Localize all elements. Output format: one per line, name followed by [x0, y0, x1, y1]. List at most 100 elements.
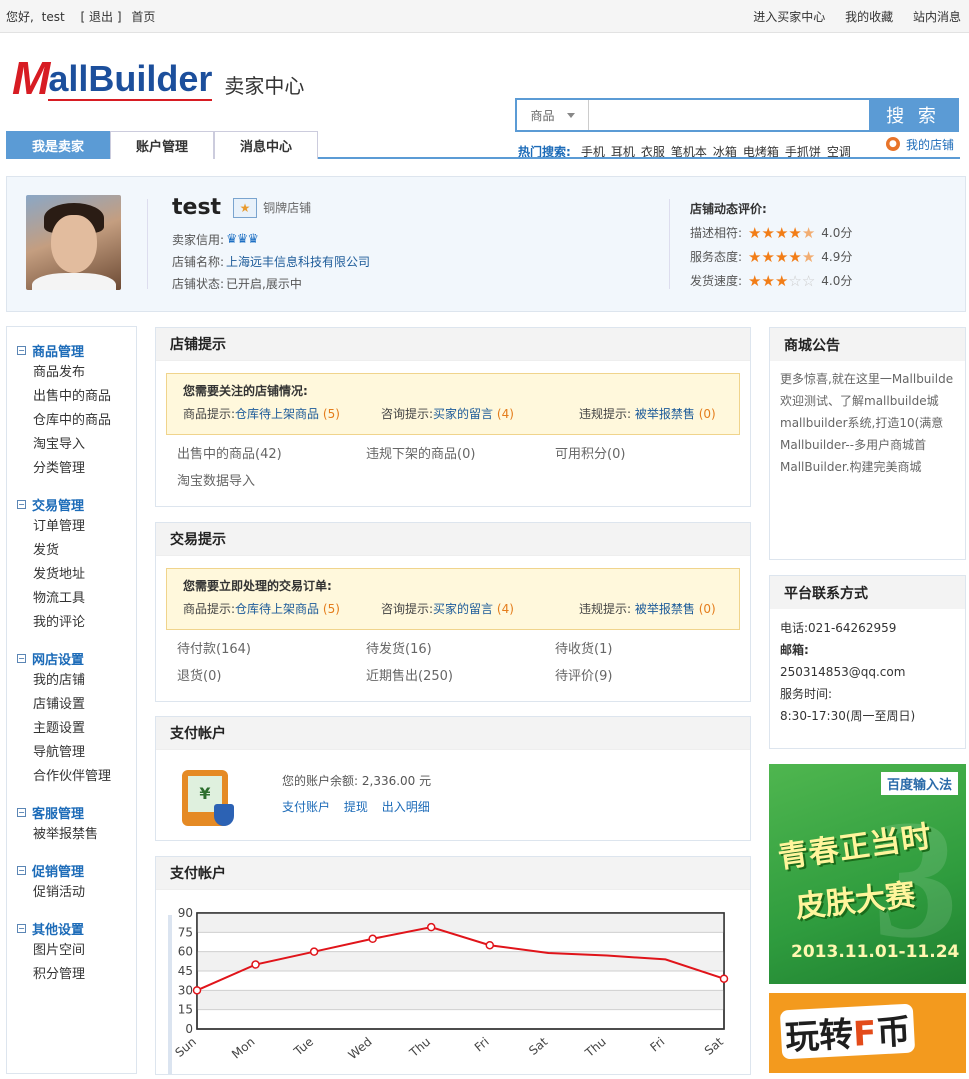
x-tick-label: Sat — [702, 1034, 726, 1058]
line-chart: 0 15 30 45 60 75 90 Sun Mon Tue Wed Thu Fri Sat Thu Fri… — [168, 906, 729, 1075]
sidebar-item[interactable]: 淘宝导入 — [7, 433, 136, 457]
store-tips-panel: 店铺提示 您需要关注的店铺情况: 商品提示:仓库待上架商品 (5) 咨询提示:买… — [155, 327, 751, 507]
announcement-item[interactable]: 更多惊喜,就在这里一Mallbuilde — [780, 369, 955, 389]
sidebar-item[interactable]: 出售中的商品 — [7, 385, 136, 409]
grid-band — [197, 951, 724, 971]
sidebar-group-title[interactable]: − 商品管理 — [7, 339, 136, 361]
store-name-link[interactable]: 上海远丰信息科技有限公司 — [226, 251, 370, 273]
x-tick-label: Thu — [582, 1035, 609, 1061]
chevron-down-icon — [566, 112, 575, 118]
sidebar-item[interactable]: 导航管理 — [7, 741, 136, 765]
search-input[interactable] — [589, 100, 869, 130]
sidebar-item[interactable]: 分类管理 — [7, 457, 136, 481]
sidebar-group-title[interactable]: − 交易管理 — [7, 493, 136, 515]
tip-link[interactable]: 被举报禁售 — [635, 602, 695, 616]
store-level: 铜牌店铺 — [263, 201, 312, 215]
search-category-select[interactable]: 商品 — [517, 100, 589, 130]
stat-item[interactable]: 淘宝数据导入 — [177, 470, 366, 489]
panel-title: 支付帐户 — [156, 717, 750, 750]
favorites-link[interactable]: 我的收藏 — [845, 10, 893, 24]
grid-band — [197, 913, 724, 933]
panel-title: 交易提示 — [156, 523, 750, 556]
notice-title: 您需要关注的店铺情况: — [183, 384, 308, 398]
sidebar-item[interactable]: 我的店铺 — [7, 669, 136, 693]
stat-item[interactable]: 可用积分(0) — [555, 443, 744, 462]
sidebar-item[interactable]: 图片空间 — [7, 939, 136, 963]
sidebar-group-title[interactable]: − 促销管理 — [7, 859, 136, 881]
sidebar-item[interactable]: 仓库中的商品 — [7, 409, 136, 433]
tip-link[interactable]: 仓库待上架商品 — [235, 407, 319, 421]
stat-item[interactable]: 近期售出(250) — [366, 665, 555, 684]
seller-profile: test ★ 铜牌店铺 卖家信用: ♛♛♛ 店铺名称: 上海远丰信息科技有限公司 店… — [6, 176, 966, 312]
withdraw-link[interactable]: 提现 — [344, 800, 368, 814]
seller-center-title: 卖家中心 — [224, 74, 305, 98]
announcement-item[interactable]: MallBuilder.构建完美商城 — [780, 457, 955, 477]
home-link[interactable]: 首页 — [131, 10, 155, 24]
stat-item[interactable]: 待收货(1) — [555, 638, 744, 657]
search-button[interactable]: 搜 索 — [869, 100, 957, 130]
avatar — [26, 195, 121, 290]
sidebar-item[interactable]: 主题设置 — [7, 717, 136, 741]
tip-link[interactable]: 买家的留言 — [433, 602, 493, 616]
sidebar-group-title[interactable]: − 其他设置 — [7, 917, 136, 939]
announcement-item[interactable]: 欢迎测试、了解mallbuilde城 — [780, 391, 955, 411]
trade-stats: 待付款(164) 待发货(16) 待收货(1) 退货(0) 近期售出(250) … — [156, 630, 750, 684]
sidebar-item[interactable]: 促销活动 — [7, 881, 136, 905]
tip-link[interactable]: 仓库待上架商品 — [235, 602, 319, 616]
ad-brand: 百度输入法 — [880, 772, 958, 795]
sidebar-group: − 促销管理 促销活动 — [7, 847, 136, 905]
data-point — [251, 960, 260, 969]
sidebar-item[interactable]: 积分管理 — [7, 963, 136, 987]
buyer-center-link[interactable]: 进入买家中心 — [753, 10, 825, 24]
stat-item[interactable]: 待发货(16) — [366, 638, 555, 657]
my-store-link[interactable]: ● 我的店铺 — [885, 131, 960, 157]
sidebar-group-title[interactable]: − 客服管理 — [7, 801, 136, 823]
sidebar-item[interactable]: 物流工具 — [7, 587, 136, 611]
sidebar-item[interactable]: 我的评论 — [7, 611, 136, 635]
collapse-icon: − — [17, 345, 26, 355]
payment-panel: 支付帐户 ¥ 您的账户余额: 2,336.00 元 支付账户 提现 出入明细 — [155, 716, 751, 841]
announcement-item[interactable]: mallbuilder系统,打造10(满意 — [780, 413, 955, 433]
pay-account-link[interactable]: 支付账户 — [282, 800, 330, 814]
top-bar: 您好, test [ 退出 ] 首页 进入买家中心 我的收藏 站内消息 — [0, 0, 969, 33]
x-tick-label: Thu — [406, 1035, 433, 1061]
data-point — [368, 934, 377, 944]
logout-link[interactable]: [ 退出 ] — [81, 10, 122, 24]
y-tick-label: 30 — [178, 983, 193, 997]
sidebar-group-title[interactable]: − 网店设置 — [7, 647, 136, 669]
sidebar-item[interactable]: 订单管理 — [7, 515, 136, 539]
stat-item[interactable]: 待付款(164) — [177, 638, 366, 657]
tab-account[interactable]: 账户管理 — [110, 131, 214, 159]
site-messages-link[interactable]: 站内消息 — [913, 10, 961, 24]
sidebar-item[interactable]: 商品发布 — [7, 361, 136, 385]
stat-item[interactable]: 待评价(9) — [555, 665, 744, 684]
tip-link[interactable]: 买家的留言 — [433, 407, 493, 421]
stat-item[interactable]: 出售中的商品(42) — [177, 443, 366, 462]
sidebar-item[interactable]: 合作伙伴管理 — [7, 765, 136, 789]
contact-panel: 平台联系方式 电话:021-64262959 邮箱: 250314853@qq.… — [769, 575, 966, 749]
rating-row: 发货速度: ★★★☆☆ 4.0分 — [690, 269, 852, 293]
announcement-item[interactable]: Mallbuilder--多用户商城首 — [780, 435, 955, 455]
data-point — [192, 986, 202, 995]
store-stats: 出售中的商品(42) 违规下架的商品(0) 可用积分(0) 淘宝数据导入 — [156, 435, 750, 489]
store-status: 已开启,展示中 — [226, 277, 302, 291]
panel-title: 支付帐户 — [156, 857, 750, 890]
mallbuilder-logo[interactable]: MallBuilder 卖家中心 — [12, 55, 304, 101]
sidebar-item[interactable]: 被举报禁售 — [7, 823, 136, 847]
balance-label: 您的账户余额: — [282, 774, 359, 788]
sidebar-item[interactable]: 店铺设置 — [7, 693, 136, 717]
sidebar-item[interactable]: 发货地址 — [7, 563, 136, 587]
transactions-link[interactable]: 出入明细 — [382, 800, 430, 814]
trade-notice-box: 您需要立即处理的交易订单: 商品提示:仓库待上架商品 (5) 咨询提示:买家的留… — [166, 568, 740, 630]
tab-messages[interactable]: 消息中心 — [214, 131, 318, 159]
baidu-ad-banner[interactable]: 3 百度输入法 青春正当时 皮肤大赛 2013.11.01-11.24 — [769, 764, 966, 984]
rating-row: 服务态度: ★★★★★ 4.9分 — [690, 245, 852, 269]
stat-item[interactable]: 违规下架的商品(0) — [366, 443, 555, 462]
coin-ad-banner[interactable]: 玩转F币 — [769, 993, 966, 1073]
seller-name-row: test ★ 铜牌店铺 — [172, 195, 311, 220]
username-link[interactable]: test — [42, 10, 65, 24]
tab-seller[interactable]: 我是卖家 — [6, 131, 110, 159]
sidebar-item[interactable]: 发货 — [7, 539, 136, 563]
tip-link[interactable]: 被举报禁售 — [635, 407, 695, 421]
stat-item[interactable]: 退货(0) — [177, 665, 366, 684]
